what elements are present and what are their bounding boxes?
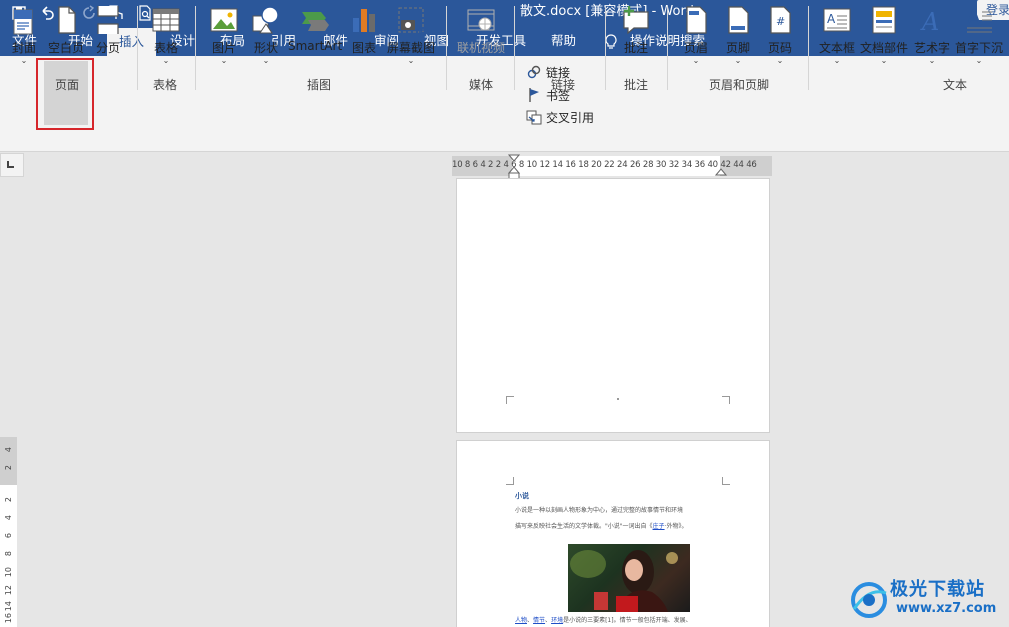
margin-corner xyxy=(722,396,730,404)
content-page[interactable]: 小说 小说是一种以刻画人物形象为中心，通过完整的故事情节和环境 描写来反映社会生… xyxy=(456,440,770,627)
header-icon xyxy=(686,6,707,34)
drop-cap-icon: A xyxy=(967,5,992,33)
header-button[interactable]: 页眉 ⌄ xyxy=(678,4,714,70)
chart-button[interactable]: 图表 xyxy=(346,4,382,70)
lightbulb-icon xyxy=(605,34,617,49)
page-number-icon: # xyxy=(770,6,791,34)
blank-page-icon xyxy=(58,6,76,34)
chevron-down-icon: ⌄ xyxy=(928,56,936,65)
textbox-button[interactable]: A 文本框 ⌄ xyxy=(817,4,857,70)
tab-selector[interactable] xyxy=(0,153,24,177)
margin-corner xyxy=(722,477,730,485)
group-separator xyxy=(514,6,515,90)
document-heading: 小说 xyxy=(515,492,529,500)
drop-cap-button[interactable]: A 首字下沉 ⌄ xyxy=(954,4,1004,70)
group-separator xyxy=(195,6,196,90)
chevron-down-icon: ⌄ xyxy=(407,56,415,65)
group-label-tables: 表格 xyxy=(152,78,177,92)
group-label-media: 媒体 xyxy=(468,78,493,92)
page-number-button[interactable]: # 页码 ⌄ xyxy=(762,4,798,70)
group-separator xyxy=(446,6,447,90)
quick-parts-icon xyxy=(872,6,896,34)
cursor-mark xyxy=(617,398,619,400)
highlight-box xyxy=(36,58,94,130)
comment-icon xyxy=(623,6,649,35)
left-tab-icon xyxy=(7,161,14,168)
table-button[interactable]: 表格 ⌄ xyxy=(148,4,184,70)
watermark-url: www.xz7.com xyxy=(896,601,997,616)
chevron-down-icon: ⌄ xyxy=(162,56,170,65)
svg-text:A: A xyxy=(967,5,981,29)
right-indent-marker-icon[interactable] xyxy=(715,164,727,176)
chevron-down-icon: ⌄ xyxy=(833,56,841,65)
blank-page[interactable] xyxy=(456,178,770,433)
chevron-down-icon: ⌄ xyxy=(220,56,228,65)
footer-button[interactable]: 页脚 ⌄ xyxy=(720,4,756,70)
chevron-down-icon: ⌄ xyxy=(880,56,888,65)
online-video-icon xyxy=(467,9,495,31)
chevron-down-icon: ⌄ xyxy=(734,56,742,65)
group-label-comments: 批注 xyxy=(623,78,648,92)
wordart-button[interactable]: A 艺术字 ⌄ xyxy=(912,4,952,70)
group-separator xyxy=(808,6,809,90)
svg-text:A: A xyxy=(920,8,939,36)
table-icon xyxy=(152,8,180,32)
chevron-down-icon: ⌄ xyxy=(776,56,784,65)
group-label-header-footer: 页眉和页脚 xyxy=(708,78,769,92)
shapes-button[interactable]: 形状 ⌄ xyxy=(248,4,284,70)
link-plot[interactable]: 情节 xyxy=(533,617,545,624)
cross-reference-button[interactable]: 交叉引用 xyxy=(526,107,594,127)
screenshot-icon xyxy=(398,7,424,34)
photo-content xyxy=(570,550,678,612)
margin-corner xyxy=(506,477,514,485)
group-separator xyxy=(137,6,138,90)
group-label-illustrations: 插图 xyxy=(306,78,331,92)
group-label-text: 文本 xyxy=(942,78,967,92)
paragraph-line: 人物、情节、环境是小说的三要素[1]。情节一般包括开端、发展、 xyxy=(515,617,692,624)
svg-text:A: A xyxy=(827,12,836,26)
chevron-down-icon: ⌄ xyxy=(692,56,700,65)
chart-icon xyxy=(353,9,375,32)
link-characters[interactable]: 人物 xyxy=(515,617,527,624)
page-break-icon xyxy=(94,6,119,34)
cover-page-icon xyxy=(13,9,33,35)
new-comment-button[interactable]: 批注 xyxy=(618,4,654,70)
svg-text:#: # xyxy=(776,15,785,28)
link-zhuangzi[interactable]: 庄子 xyxy=(653,523,665,530)
smartart-button[interactable]: SmartArt xyxy=(288,4,342,70)
picture-icon xyxy=(210,8,238,32)
chevron-down-icon: ⌄ xyxy=(975,56,983,65)
watermark-title: 极光下载站 xyxy=(890,579,985,600)
textbox-icon: A xyxy=(823,8,851,32)
horizontal-ruler[interactable]: 10 8 6 4 2 2 4 6 8 10 12 14 16 18 20 22 … xyxy=(452,154,772,180)
watermark-logo-icon xyxy=(851,582,887,618)
indent-marker-icon[interactable] xyxy=(508,154,520,180)
link-setting[interactable]: 环境 xyxy=(551,617,563,624)
vertical-ruler[interactable]: 4 2 2 4 6 8 10 12 14 16 xyxy=(0,437,17,627)
document-photo[interactable] xyxy=(568,544,690,612)
footer-icon xyxy=(728,6,749,34)
picture-button[interactable]: 图片 ⌄ xyxy=(206,4,242,70)
paragraph-line: 小说是一种以刻画人物形象为中心，通过完整的故事情节和环境 xyxy=(515,507,684,514)
online-video-button[interactable]: 联机视频 xyxy=(454,4,508,70)
tab-help[interactable]: 帮助 xyxy=(539,26,588,56)
screenshot-button[interactable]: 屏幕截图 ⌄ xyxy=(386,4,436,70)
margin-corner xyxy=(506,396,514,404)
paragraph-line: 描写来反映社会生活的文学体裁。"小说"一词出自《庄子·外物》。 xyxy=(515,523,688,530)
site-watermark: 极光下载站 www.xz7.com xyxy=(848,575,1008,625)
smartart-icon xyxy=(302,12,329,31)
page-break-button[interactable]: 分页 xyxy=(92,4,124,70)
group-label-links: 链接 xyxy=(550,78,575,92)
ribbon-insert xyxy=(0,56,1009,152)
group-separator xyxy=(667,6,668,90)
group-separator xyxy=(605,6,606,90)
shapes-icon xyxy=(252,6,279,34)
group-label-pages: 页面 xyxy=(54,78,79,92)
quick-parts-button[interactable]: 文档部件 ⌄ xyxy=(859,4,909,70)
chevron-down-icon: ⌄ xyxy=(262,56,270,65)
wordart-icon: A xyxy=(920,8,939,36)
cross-reference-icon xyxy=(526,110,542,125)
